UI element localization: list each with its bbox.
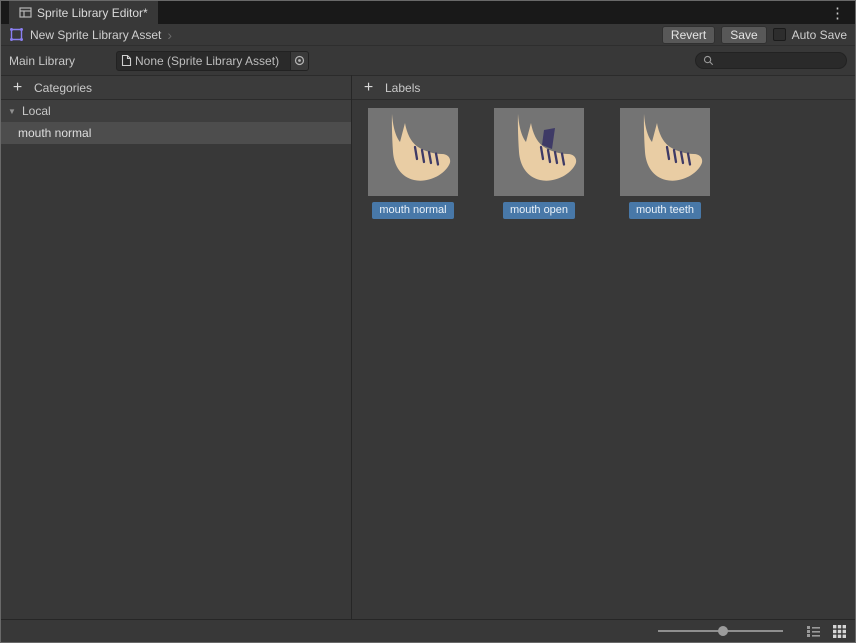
main-library-label: Main Library [9, 54, 116, 68]
label-card-mouth-teeth[interactable]: mouth teeth [620, 108, 710, 219]
label-cards: mouth normal mouth open [352, 100, 855, 219]
search-input[interactable] [718, 55, 839, 67]
labels-header-label: Labels [385, 81, 420, 95]
breadcrumb: New Sprite Library Asset › [9, 27, 172, 42]
foldout-icon[interactable]: ▼ [6, 107, 18, 116]
add-category-button[interactable]: + [10, 80, 25, 96]
search-icon [703, 55, 714, 66]
toolbar-actions: Revert Save Auto Save [662, 26, 847, 44]
object-picker-button[interactable] [290, 52, 308, 70]
auto-save-checkbox[interactable] [773, 28, 786, 41]
label-name-badge[interactable]: mouth open [503, 202, 575, 219]
auto-save-label: Auto Save [792, 28, 847, 42]
sprite-thumbnail [494, 108, 584, 196]
categories-header-bar: + Categories [1, 75, 351, 100]
labels-panel: + Labels mouth normal [352, 75, 855, 619]
save-button[interactable]: Save [721, 26, 766, 44]
labels-header-bar: + Labels [352, 75, 855, 100]
category-group-local[interactable]: ▼ Local [1, 100, 351, 122]
mouth-teeth-sprite-image [620, 108, 710, 196]
sprite-thumbnail [620, 108, 710, 196]
sprite-library-asset-icon [9, 27, 24, 42]
breadcrumb-separator-icon: › [167, 28, 172, 42]
add-label-button[interactable]: + [361, 80, 376, 96]
sprite-library-editor-window: Sprite Library Editor* ⋮ New Sprite Libr… [0, 0, 856, 643]
grid-view-icon[interactable] [831, 623, 847, 639]
label-card-mouth-normal[interactable]: mouth normal [368, 108, 458, 219]
main-library-object-field[interactable]: None (Sprite Library Asset) [116, 51, 309, 71]
revert-button[interactable]: Revert [662, 26, 715, 44]
categories-panel: + Categories ▼ Local mouth normal [1, 75, 352, 619]
mouth-open-sprite-image [494, 108, 584, 196]
tab-bar: Sprite Library Editor* ⋮ [1, 1, 855, 24]
tab-sprite-library-editor[interactable]: Sprite Library Editor* [9, 1, 158, 24]
category-item-label: mouth normal [18, 126, 91, 140]
categories-header-label: Categories [34, 81, 92, 95]
list-view-icon[interactable] [805, 623, 821, 639]
toolbar: New Sprite Library Asset › Revert Save A… [1, 24, 855, 46]
search-field[interactable] [695, 52, 847, 69]
kebab-menu-icon[interactable]: ⋮ [822, 1, 853, 24]
category-group-label: Local [22, 104, 51, 118]
breadcrumb-item-new-sprite-library-asset[interactable]: New Sprite Library Asset [30, 28, 161, 42]
content-area: + Categories ▼ Local mouth normal + Labe… [1, 75, 855, 619]
slider-handle[interactable] [718, 626, 728, 636]
label-name-badge[interactable]: mouth teeth [629, 202, 701, 219]
thumbnail-size-slider[interactable] [658, 624, 783, 638]
sprite-library-editor-icon [19, 6, 32, 19]
sprite-thumbnail [368, 108, 458, 196]
object-field-value: None (Sprite Library Asset) [132, 54, 290, 68]
label-name-badge[interactable]: mouth normal [372, 202, 453, 219]
bottom-bar [1, 619, 855, 642]
main-library-row: Main Library None (Sprite Library Asset) [1, 46, 855, 75]
tab-title: Sprite Library Editor* [37, 6, 148, 20]
label-card-mouth-open[interactable]: mouth open [494, 108, 584, 219]
mouth-normal-sprite-image [368, 108, 458, 196]
category-item-mouth-normal[interactable]: mouth normal [1, 122, 351, 144]
asset-page-icon [121, 54, 132, 67]
object-picker-icon [294, 55, 305, 66]
